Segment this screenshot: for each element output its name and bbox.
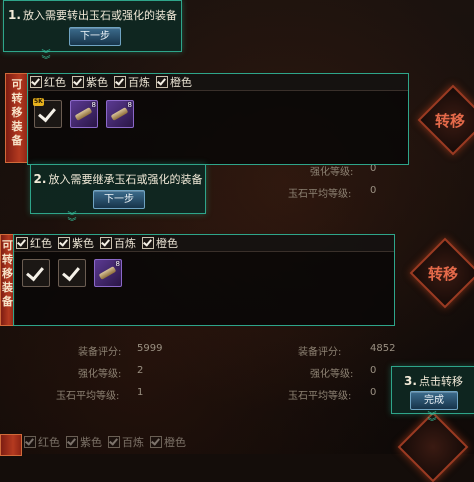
checkbox-icon [156, 76, 168, 88]
checkbox-icon [142, 237, 154, 249]
filter-purple[interactable]: 紫色 [58, 235, 94, 251]
step2-chevron: ︾ ︾ [67, 212, 77, 228]
transfer-label-mid: 转移 [427, 265, 458, 283]
left-enh-value: 2 [137, 365, 144, 376]
step1-tooltip: 1. 放入需要转出玉石或强化的装备 下一步 [3, 0, 182, 52]
checkbox-icon [108, 436, 120, 448]
check-icon [38, 103, 56, 123]
step2-tooltip: 2. 放入需要继承玉石或强化的装备 下一步 [30, 164, 206, 214]
equipment-icon [110, 107, 129, 121]
step1-next-button[interactable]: 下一步 [69, 27, 121, 46]
filter-baizhan[interactable]: 百炼 [108, 434, 144, 450]
filter-baizhan[interactable]: 百炼 [100, 235, 136, 251]
filter-red[interactable]: 红色 [16, 235, 52, 251]
transfer-label-top: 转移 [434, 112, 465, 130]
step2-number: 2. [33, 172, 47, 186]
equipment-slot[interactable] [58, 259, 86, 287]
filter-orange[interactable]: 橙色 [156, 74, 192, 90]
checkbox-icon [16, 237, 28, 249]
right-jade-value: 0 [370, 387, 377, 398]
equipment-slot[interactable]: 8 [70, 100, 98, 128]
filter-orange[interactable]: 橙色 [150, 434, 186, 450]
equipment-panel-1: 红色 紫色 百炼 橙色 5K 8 8 [27, 73, 409, 165]
step1-text: 放入需要转出玉石或强化的装备 [22, 9, 177, 22]
checkbox-icon [150, 436, 162, 448]
step2-text: 放入需要继承玉石或强化的装备 [48, 173, 203, 186]
step1-number: 1. [8, 8, 21, 22]
right-score-value: 4852 [370, 343, 396, 354]
check-icon [62, 262, 80, 282]
mid-enh-label: 强化等级: [310, 167, 354, 178]
step3-number: 3. [404, 374, 417, 388]
equipment-slot[interactable]: 8 [94, 259, 122, 287]
equipment-icon [74, 107, 93, 121]
step3-done-button[interactable]: 完成 [410, 391, 458, 410]
left-jade-label: 玉石平均等级: [56, 391, 120, 402]
mid-jade-label: 玉石平均等级: [288, 189, 352, 200]
left-enh-label: 强化等级: [78, 369, 122, 380]
checkbox-icon [30, 76, 42, 88]
equipment-icon [98, 266, 117, 280]
left-score-label: 装备评分: [78, 347, 122, 358]
checkbox-icon [24, 436, 36, 448]
step3-text: 点击转移 [418, 375, 463, 388]
checkbox-icon [114, 76, 126, 88]
left-score-value: 5999 [137, 343, 163, 354]
equipment-slot[interactable] [22, 259, 50, 287]
side-label-1: 可 转 移 装 备 [5, 73, 29, 163]
filter-red[interactable]: 红色 [24, 434, 60, 450]
filter-red[interactable]: 红色 [30, 74, 66, 90]
filter-bar-2: 红色 紫色 百炼 橙色 [14, 235, 394, 252]
side-label-3 [0, 434, 22, 456]
equipment-panel-2: 红色 紫色 百炼 橙色 8 [13, 234, 395, 326]
left-jade-value: 1 [137, 387, 144, 398]
step1-chevron: ︾ ︾ [41, 50, 51, 66]
filter-orange[interactable]: 橙色 [142, 235, 178, 251]
filter-bar-1: 红色 紫色 百炼 橙色 [28, 74, 408, 91]
step3-tooltip: 3. 点击转移 完成 [391, 366, 474, 414]
equipment-slot[interactable]: 8 [106, 100, 134, 128]
equipment-slot[interactable]: 5K [33, 98, 62, 128]
checkbox-icon [72, 76, 84, 88]
checkbox-icon [66, 436, 78, 448]
filter-purple[interactable]: 紫色 [66, 434, 102, 450]
step2-next-button[interactable]: 下一步 [93, 190, 145, 209]
mid-jade-value: 0 [370, 185, 377, 196]
check-icon [26, 262, 44, 282]
right-enh-label: 强化等级: [310, 369, 354, 380]
right-jade-label: 玉石平均等级: [288, 391, 352, 402]
checkbox-icon [100, 237, 112, 249]
right-enh-value: 0 [370, 365, 377, 376]
checkbox-icon [58, 237, 70, 249]
step3-chevron: ︾ ︾ [427, 412, 437, 428]
filter-purple[interactable]: 紫色 [72, 74, 108, 90]
filter-baizhan[interactable]: 百炼 [114, 74, 150, 90]
right-score-label: 装备评分: [298, 347, 342, 358]
filter-bar-3: 红色 紫色 百炼 橙色 [22, 434, 214, 450]
